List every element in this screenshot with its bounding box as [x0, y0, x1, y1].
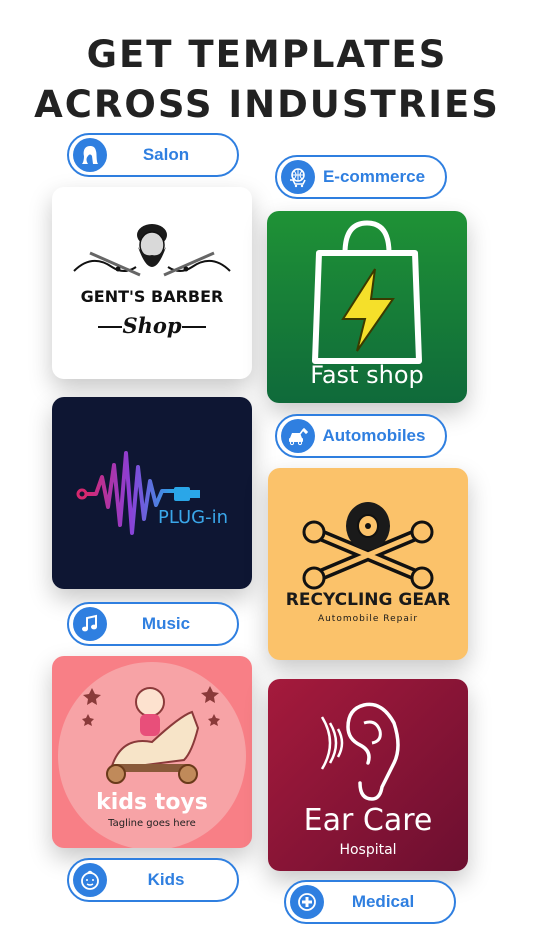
- template-card-fastshop[interactable]: Fast shop: [267, 211, 467, 403]
- earcare-title: Ear Care: [303, 803, 433, 838]
- barber-logo-art: [73, 224, 231, 328]
- recycling-subtitle: Automobile Repair: [317, 614, 419, 624]
- kidstoys-tagline: Tagline goes here: [108, 818, 196, 829]
- category-ecommerce-button[interactable]: E-commerce: [275, 155, 447, 199]
- kidstoys-title: kids toys: [96, 790, 208, 815]
- category-music-button[interactable]: Music: [67, 602, 239, 646]
- category-kids-button[interactable]: Kids: [67, 858, 239, 902]
- car-repair-icon: [281, 419, 315, 453]
- tire-wrench-art: [302, 502, 434, 590]
- headline: GET TEMPLATES ACROSS INDUSTRIES: [0, 30, 534, 130]
- category-automobiles-label: Automobiles: [322, 426, 426, 445]
- category-kids-label: Kids: [147, 870, 185, 889]
- baby-face-icon: [73, 863, 107, 897]
- barber-title: GENT'S BARBER: [80, 287, 224, 306]
- sound-wave-plug-art: [76, 451, 200, 535]
- headline-line-1: GET TEMPLATES: [86, 33, 448, 76]
- recycling-title: RECYCLING GEAR: [285, 590, 451, 610]
- category-ecommerce-label: E-commerce: [322, 167, 426, 186]
- barber-subtitle: Shop: [122, 313, 182, 338]
- shopping-cart-icon: [281, 160, 315, 194]
- template-card-earcare[interactable]: Ear Care Hospital: [268, 679, 468, 871]
- music-note-icon: [73, 607, 107, 641]
- template-card-kidstoys[interactable]: kids toys Tagline goes here: [52, 656, 252, 848]
- headline-line-2: ACROSS INDUSTRIES: [34, 83, 500, 126]
- template-card-recycling[interactable]: RECYCLING GEAR Automobile Repair: [268, 468, 468, 660]
- template-card-plugin[interactable]: PLUG-in: [52, 397, 252, 589]
- earcare-subtitle: Hospital: [339, 842, 397, 858]
- category-music-label: Music: [141, 614, 191, 633]
- category-medical-label: Medical: [351, 892, 415, 911]
- medical-cross-icon: [290, 885, 324, 919]
- category-salon-button[interactable]: Salon: [67, 133, 239, 177]
- category-salon-label: Salon: [142, 145, 190, 164]
- plugin-title: PLUG-in: [158, 507, 229, 528]
- template-card-barber[interactable]: GENT'S BARBER Shop: [52, 187, 252, 379]
- hair-icon: [73, 138, 107, 172]
- category-medical-button[interactable]: Medical: [284, 880, 456, 924]
- category-automobiles-button[interactable]: Automobiles: [275, 414, 447, 458]
- fastshop-title: Fast shop: [310, 361, 424, 389]
